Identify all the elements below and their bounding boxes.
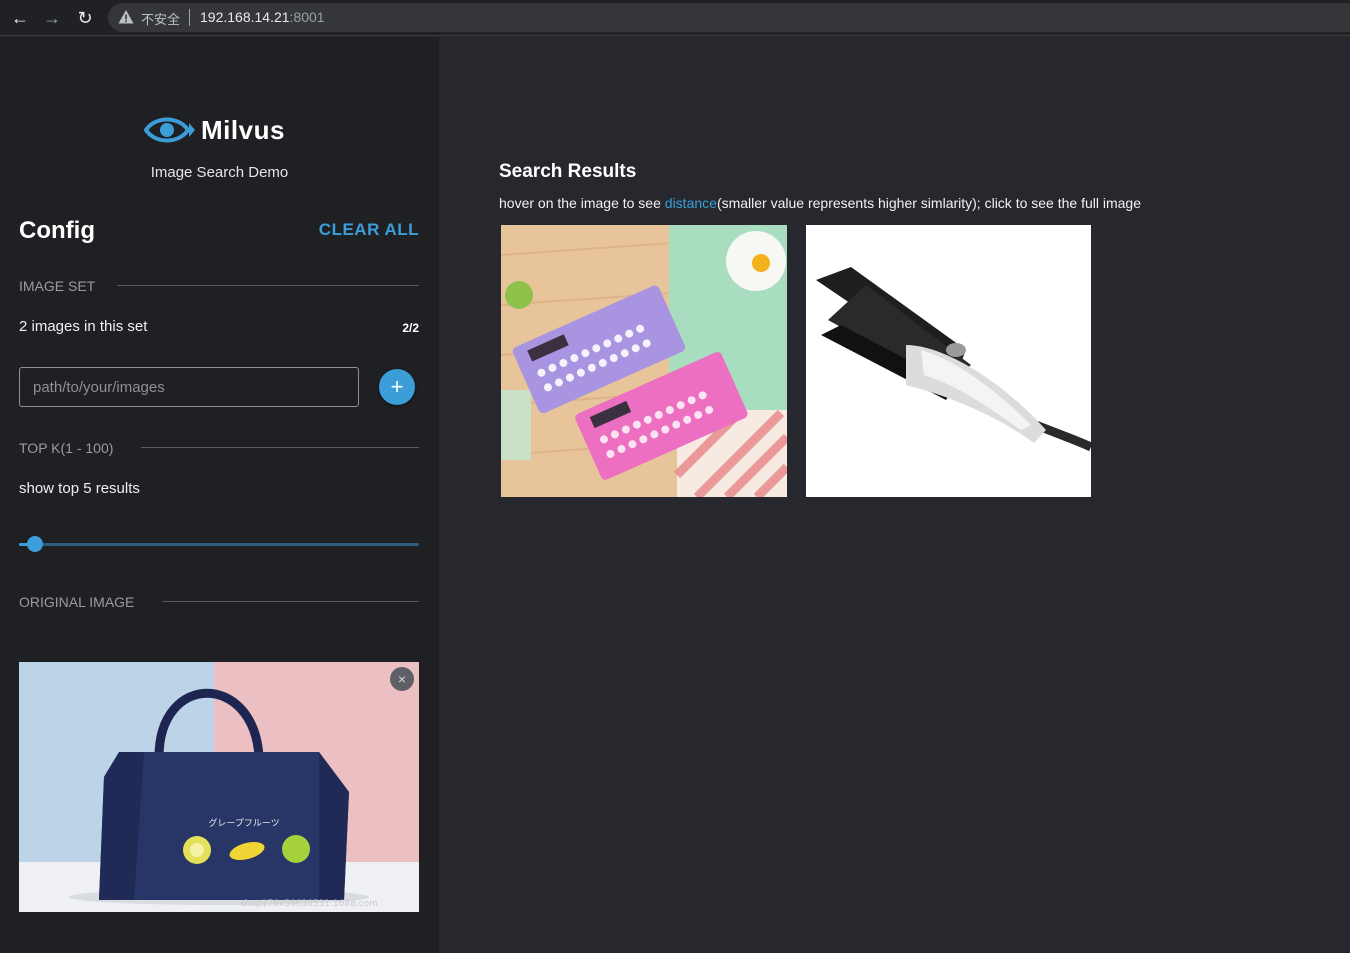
insecure-label: 不安全 [141,13,181,28]
results-hint: hover on the image to see distance(small… [499,195,1141,211]
address-bar[interactable]: 不安全 192.168.14.21:8001 [108,3,1350,32]
url-port: :8001 [289,9,325,25]
image-set-info: 2 images in this set [19,318,148,335]
top-k-divider [141,447,419,448]
image-count: 2/2 [402,321,419,335]
browser-toolbar: ← → ↻ 不安全 192.168.14.21:8001 [0,0,1350,36]
result-image-1[interactable] [501,225,787,497]
original-image-divider [162,601,419,602]
calculator-ruler-image [501,225,787,497]
address-separator [189,9,190,26]
config-title: Config [19,217,95,244]
bag-print-text: グレープフルーツ [208,817,279,829]
image-path-input[interactable] [19,367,359,407]
top-k-slider-track[interactable] [19,543,419,546]
top-k-slider-thumb[interactable] [27,536,44,552]
warning-icon [118,10,134,24]
app-subtitle: Image Search Demo [150,164,289,181]
lunch-bag-image: グレープフルーツ shop176x58638531.1688.com [19,662,419,912]
hint-prefix: hover on the image to see [499,195,665,211]
top-k-info: show top 5 results [19,480,140,497]
search-results-title: Search Results [499,161,637,182]
result-image-2[interactable] [806,225,1091,497]
distance-link[interactable]: distance [665,195,717,211]
watermark-text: shop176x58638531.1688.com [240,899,378,909]
hair-curler-image [806,225,1091,497]
close-image-button[interactable]: × [390,667,414,691]
reload-icon[interactable]: ↻ [73,6,97,30]
clear-all-button[interactable]: CLEAR ALL [319,220,419,240]
logo-text: Milvus [201,115,285,145]
main-panel: Search Results hover on the image to see… [439,37,1350,953]
milvus-eye-icon [143,117,195,143]
hint-suffix: (smaller value represents higher simlari… [716,195,1141,211]
top-k-heading: TOP K(1 - 100) [19,440,114,456]
image-set-heading: IMAGE SET [19,278,96,294]
image-set-divider [117,285,419,286]
original-image-heading: ORIGINAL IMAGE [19,594,135,610]
url-text: 192.168.14.21:8001 [200,9,325,25]
forward-arrow-icon[interactable]: → [40,6,64,30]
back-arrow-icon[interactable]: ← [8,6,32,30]
sidebar: Milvus Image Search Demo Config CLEAR AL… [0,37,439,953]
original-image: グレープフルーツ shop176x58638531.1688.com [19,662,419,912]
milvus-logo: Milvus [143,113,303,147]
url-host: 192.168.14.21 [200,9,290,25]
add-path-button[interactable]: + [379,369,415,405]
